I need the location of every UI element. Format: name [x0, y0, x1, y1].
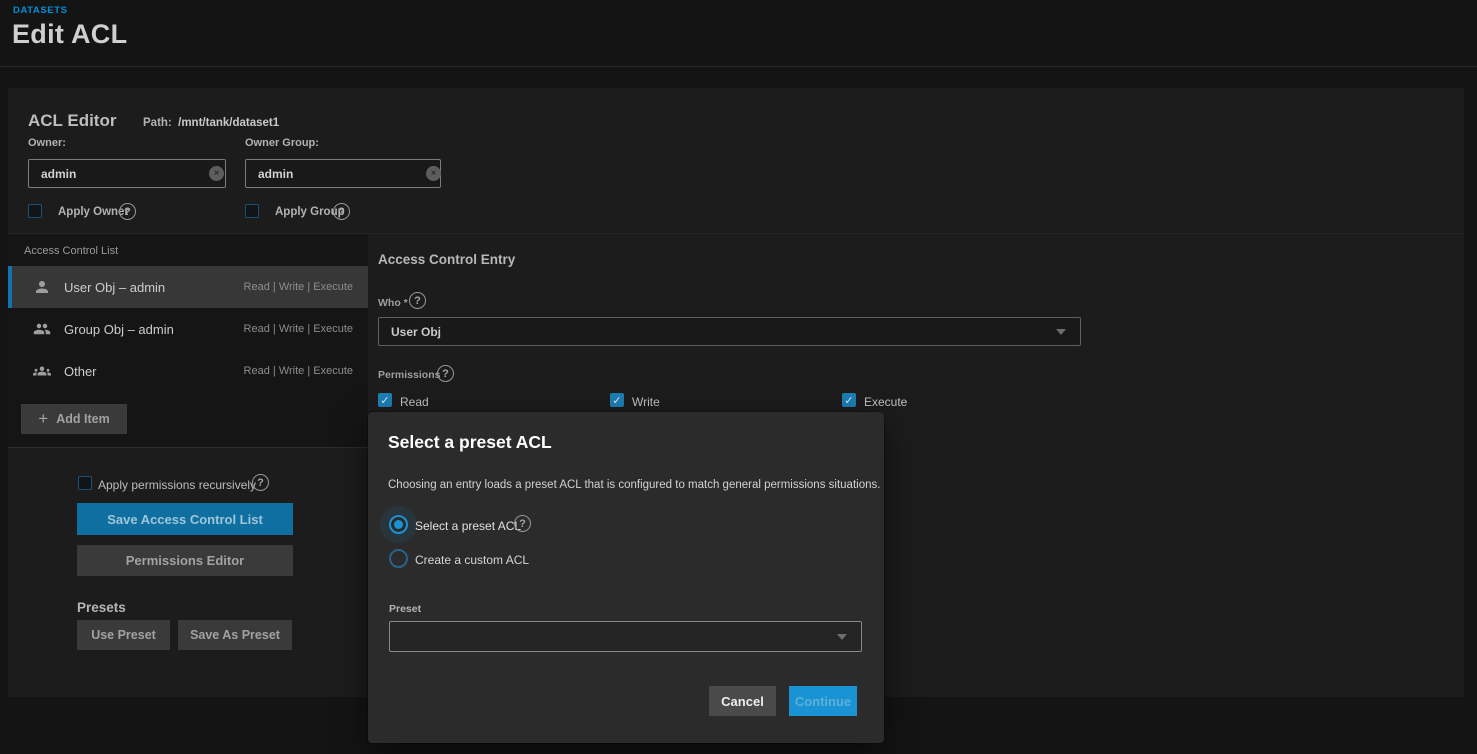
who-select[interactable]: User Obj	[378, 317, 1081, 346]
use-preset-button[interactable]: Use Preset	[77, 620, 170, 650]
save-as-preset-button[interactable]: Save As Preset	[178, 620, 292, 650]
permissions-label: Permissions	[378, 369, 440, 381]
owner-label: Owner:	[28, 137, 66, 149]
acl-item-label: Group Obj – admin	[64, 322, 244, 337]
presets-title: Presets	[77, 600, 126, 615]
select-preset-acl-radio[interactable]	[389, 515, 408, 534]
create-custom-acl-radio[interactable]	[389, 549, 408, 568]
read-checkbox-label: Read	[400, 395, 429, 409]
add-item-button[interactable]: + Add Item	[21, 404, 127, 434]
execute-checkbox[interactable]: ✓	[842, 393, 856, 407]
preset-select[interactable]	[389, 621, 862, 652]
owner-input-wrapper: ×	[28, 159, 226, 188]
apply-recursive-label: Apply permissions recursively	[98, 478, 256, 492]
save-access-control-list-button[interactable]: Save Access Control List	[77, 503, 293, 535]
path-label: Path:	[143, 117, 172, 129]
dialog-title: Select a preset ACL	[388, 432, 552, 453]
dialog-description: Choosing an entry loads a preset ACL tha…	[388, 479, 880, 491]
permissions-editor-button[interactable]: Permissions Editor	[77, 545, 293, 576]
preset-option-help-icon[interactable]: ?	[514, 515, 531, 532]
apply-group-checkbox[interactable]	[245, 204, 259, 218]
group-icon	[33, 320, 51, 338]
cancel-button[interactable]: Cancel	[709, 686, 776, 716]
select-preset-acl-radio-label: Select a preset ACL	[415, 519, 521, 533]
acl-item-label: User Obj – admin	[64, 280, 244, 295]
header-divider	[0, 66, 1477, 67]
acl-list-item-other[interactable]: Other Read | Write | Execute	[8, 350, 368, 392]
acl-editor-title: ACL Editor	[28, 111, 116, 131]
breadcrumb-datasets[interactable]: DATASETS	[13, 5, 68, 16]
owner-group-input-wrapper: ×	[245, 159, 441, 188]
access-control-list-title: Access Control List	[24, 245, 118, 257]
who-label: Who *	[378, 297, 408, 309]
owner-group-clear-icon[interactable]: ×	[426, 166, 441, 181]
chevron-down-icon	[837, 634, 847, 640]
apply-owner-checkbox[interactable]	[28, 204, 42, 218]
page-title: Edit ACL	[12, 19, 127, 50]
acl-list-item-user-obj[interactable]: User Obj – admin Read | Write | Execute	[8, 266, 368, 308]
chevron-down-icon	[1056, 329, 1066, 335]
edit-acl-screen: DATASETS Edit ACL ACL Editor Path: /mnt/…	[0, 0, 1477, 754]
apply-group-help-icon[interactable]: ?	[333, 203, 350, 220]
create-custom-acl-radio-label: Create a custom ACL	[415, 553, 529, 567]
dataset-path: Path: /mnt/tank/dataset1	[143, 117, 279, 129]
continue-button[interactable]: Continue	[789, 686, 857, 716]
apply-recursive-checkbox[interactable]	[78, 476, 92, 490]
apply-recursive-help-icon[interactable]: ?	[252, 474, 269, 491]
preset-field-label: Preset	[389, 603, 421, 615]
add-item-label: Add Item	[56, 412, 109, 426]
who-select-value: User Obj	[379, 325, 1056, 339]
user-icon	[33, 278, 51, 296]
read-checkbox[interactable]: ✓	[378, 393, 392, 407]
select-preset-acl-dialog: Select a preset ACL Choosing an entry lo…	[368, 412, 884, 743]
write-checkbox-label: Write	[632, 395, 660, 409]
acl-item-label: Other	[64, 364, 244, 379]
acl-item-permissions: Read | Write | Execute	[244, 365, 353, 377]
apply-owner-help-icon[interactable]: ?	[119, 203, 136, 220]
execute-checkbox-label: Execute	[864, 395, 907, 409]
owner-clear-icon[interactable]: ×	[209, 166, 224, 181]
access-control-entry-title: Access Control Entry	[378, 252, 515, 267]
acl-item-permissions: Read | Write | Execute	[244, 281, 353, 293]
people-icon	[33, 362, 51, 380]
path-value: /mnt/tank/dataset1	[178, 117, 279, 129]
owner-group-input[interactable]	[246, 167, 426, 181]
plus-icon: +	[38, 409, 48, 429]
owner-group-label: Owner Group:	[245, 137, 319, 149]
acl-item-permissions: Read | Write | Execute	[244, 323, 353, 335]
write-checkbox[interactable]: ✓	[610, 393, 624, 407]
acl-list-item-group-obj[interactable]: Group Obj – admin Read | Write | Execute	[8, 308, 368, 350]
permissions-help-icon[interactable]: ?	[437, 365, 454, 382]
access-control-list-panel: Access Control List User Obj – admin Rea…	[8, 234, 368, 448]
owner-input[interactable]	[29, 167, 209, 181]
who-help-icon[interactable]: ?	[409, 292, 426, 309]
